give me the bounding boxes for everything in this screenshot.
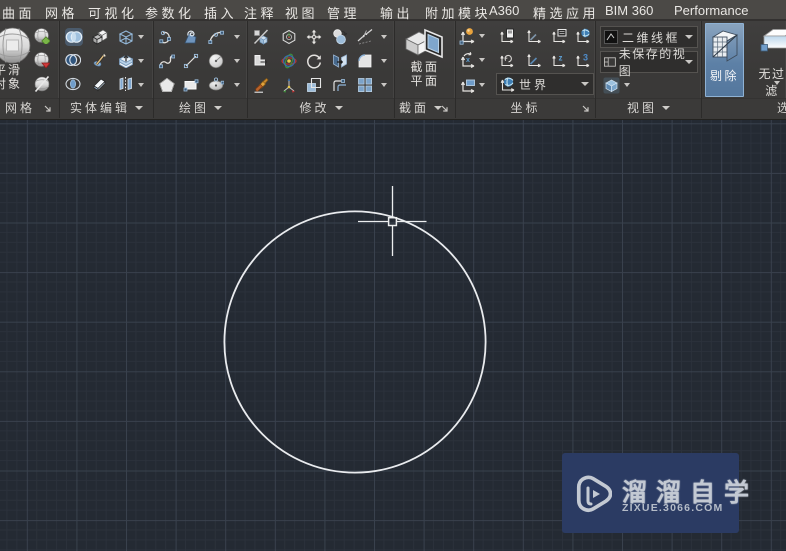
svg-text:x: x xyxy=(466,57,470,64)
svg-text:3: 3 xyxy=(583,53,588,63)
svg-text:z: z xyxy=(559,54,563,63)
